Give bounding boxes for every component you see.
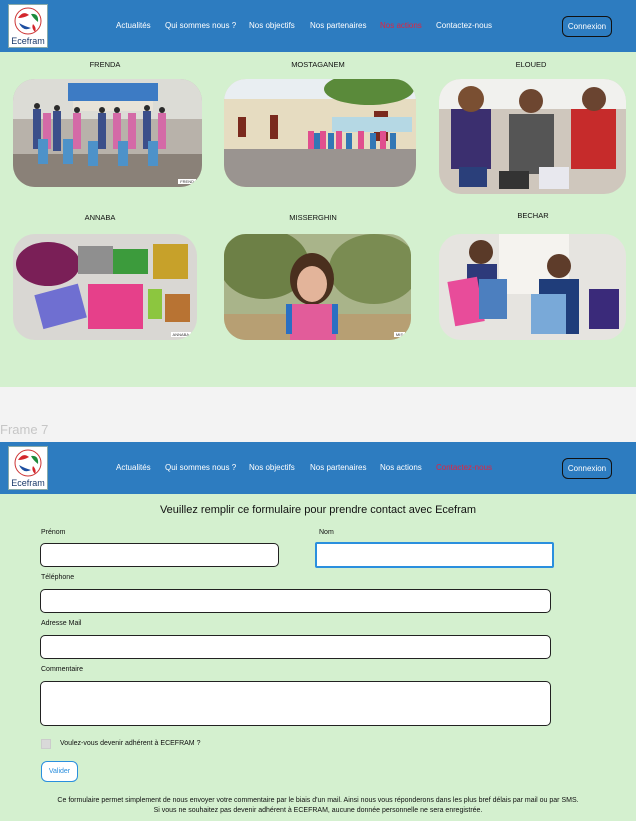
comment-label: Commentaire: [41, 666, 84, 673]
children-with-bags-image: [439, 79, 626, 194]
login-button[interactable]: Connexion: [562, 458, 612, 479]
firstname-label: Prénom: [41, 529, 66, 536]
ecefram-logo[interactable]: Ecefram: [8, 446, 48, 490]
photo-eloued[interactable]: [439, 79, 626, 194]
nav-actualites[interactable]: Actualités: [116, 21, 151, 30]
logo-emblem-icon: [14, 449, 42, 477]
city-label-eloued: ELOUED: [515, 60, 547, 69]
navbar: Ecefram Actualités Qui sommes nous ? Nos…: [0, 442, 636, 494]
email-label: Adresse Mail: [41, 620, 82, 627]
lastname-input[interactable]: [315, 542, 554, 568]
phone-input[interactable]: [40, 589, 551, 613]
city-label-misserghin: MISSERGHIN: [289, 213, 337, 222]
boys-with-backpacks-image: [439, 234, 626, 340]
member-checkbox[interactable]: [41, 739, 51, 749]
frame-caption: Frame 7: [0, 422, 49, 437]
city-label-mostaganem: MOSTAGANEM: [291, 60, 345, 69]
nav-nos-partenaires[interactable]: Nos partenaires: [310, 463, 366, 472]
city-label-annaba: ANNABA: [84, 213, 116, 222]
photo-tag-annaba: ANNABA: [170, 332, 191, 337]
nav-nos-partenaires[interactable]: Nos partenaires: [310, 21, 366, 30]
login-button[interactable]: Connexion: [562, 16, 612, 37]
girl-portrait-image: [224, 234, 411, 340]
school-courtyard-image: [224, 79, 416, 187]
photo-misserghin[interactable]: MIS: [224, 234, 411, 340]
privacy-notice-line2: Si vous ne souhaitez pas devenir adhéren…: [153, 807, 483, 814]
photo-bechar[interactable]: [439, 234, 626, 340]
logo-text: Ecefram: [11, 478, 45, 488]
lastname-label: Nom: [319, 529, 334, 536]
logo-text: Ecefram: [11, 36, 45, 46]
contact-frame: Ecefram Actualités Qui sommes nous ? Nos…: [0, 442, 636, 821]
photo-annaba[interactable]: ANNABA: [13, 234, 197, 340]
email-input[interactable]: [40, 635, 551, 659]
navbar: Ecefram Actualités Qui sommes nous ? Nos…: [0, 0, 636, 52]
nav-nos-objectifs[interactable]: Nos objectifs: [249, 21, 295, 30]
phone-label: Téléphone: [41, 574, 75, 581]
nav-actualites[interactable]: Actualités: [116, 463, 151, 472]
nav-contactez-nous[interactable]: Contactez-nous: [436, 463, 492, 472]
logo-emblem-icon: [14, 7, 42, 35]
nav-qui-sommes-nous[interactable]: Qui sommes nous ?: [165, 463, 236, 472]
nav-nos-objectifs[interactable]: Nos objectifs: [249, 463, 295, 472]
form-title: Veuillez remplir ce formulaire pour pren…: [159, 504, 477, 516]
photo-tag-frenda: FREND: [178, 179, 196, 184]
photo-frenda[interactable]: FREND: [13, 79, 202, 187]
city-label-frenda: FRENDA: [89, 60, 121, 69]
privacy-notice-line1: Ce formulaire permet simplement de nous …: [57, 797, 579, 804]
comment-textarea[interactable]: [40, 681, 551, 726]
ecefram-logo[interactable]: Ecefram: [8, 4, 48, 48]
actions-frame: Ecefram Actualités Qui sommes nous ? Nos…: [0, 0, 636, 387]
nav-nos-actions[interactable]: Nos actions: [380, 21, 422, 30]
school-kits-image: [13, 234, 197, 340]
nav-nos-actions[interactable]: Nos actions: [380, 463, 422, 472]
firstname-input[interactable]: [40, 543, 279, 567]
nav-qui-sommes-nous[interactable]: Qui sommes nous ?: [165, 21, 236, 30]
group-photo-image: [13, 79, 202, 187]
member-checkbox-label: Voulez-vous devenir adhérent à ECEFRAM ?: [60, 740, 201, 747]
city-label-bechar: BECHAR: [517, 211, 549, 220]
photo-tag-misserghin: MIS: [393, 332, 405, 337]
photo-mostaganem[interactable]: [224, 79, 416, 187]
submit-button[interactable]: Valider: [41, 761, 78, 782]
nav-contactez-nous[interactable]: Contactez-nous: [436, 21, 492, 30]
